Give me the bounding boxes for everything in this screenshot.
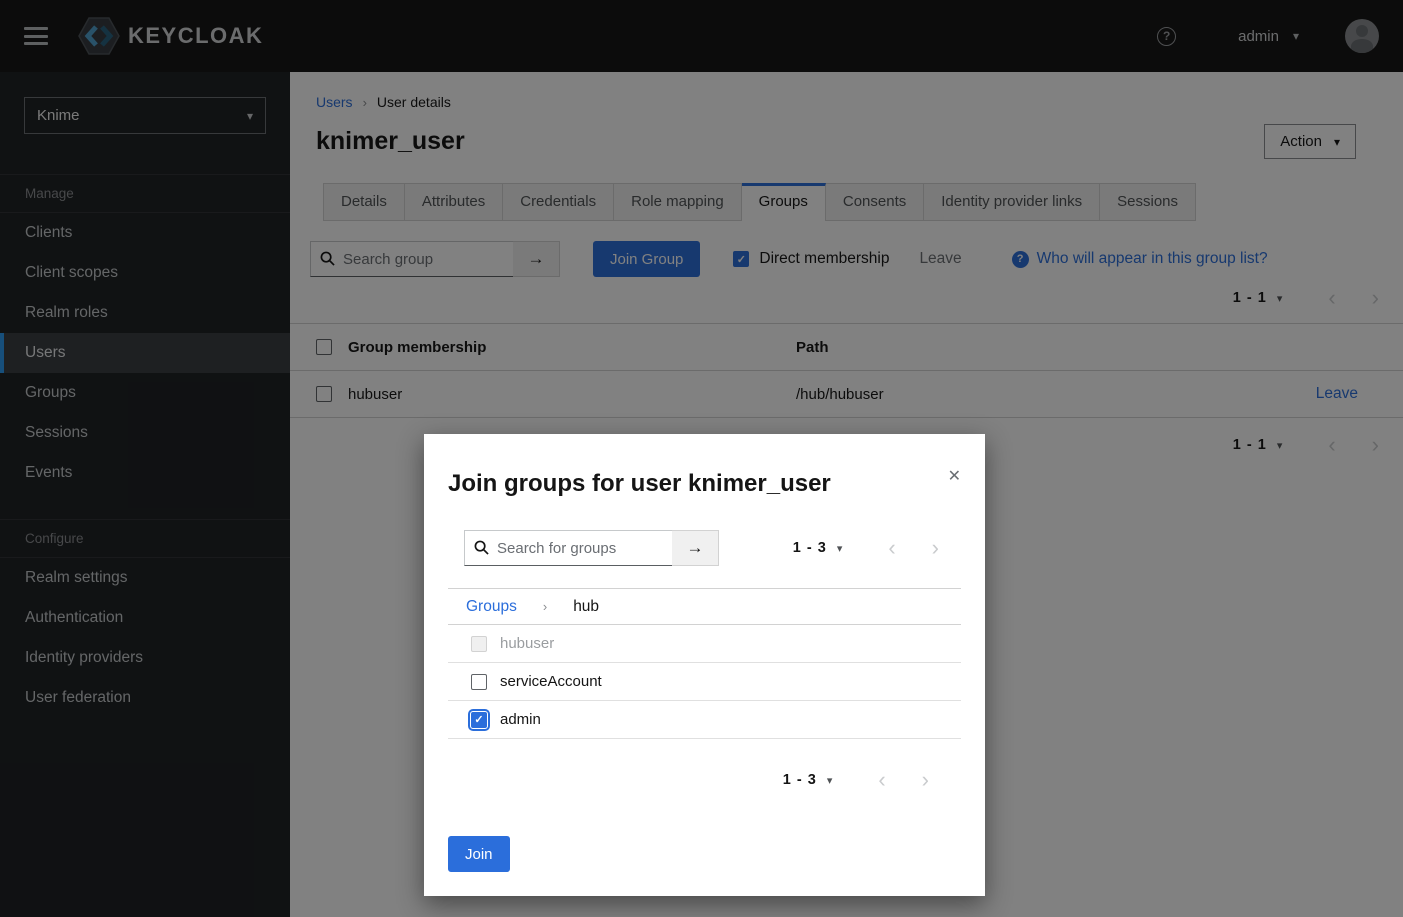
group-checkbox-disabled bbox=[471, 636, 487, 652]
arrow-right-icon: → bbox=[687, 538, 704, 558]
pagination-caret-icon[interactable]: ▾ bbox=[827, 774, 833, 787]
modal-pagination-top: 1 - 3 ▾ ‹ › bbox=[793, 537, 961, 559]
pagination-next-icon[interactable]: › bbox=[932, 537, 939, 559]
group-row-hubuser: hubuser bbox=[448, 625, 961, 663]
modal-pagination-bottom: 1 - 3 ▾ ‹ › bbox=[448, 769, 961, 791]
join-groups-modal: Join groups for user knimer_user ✕ → 1 -… bbox=[424, 434, 985, 896]
pagination-caret-icon[interactable]: ▾ bbox=[837, 542, 843, 555]
modal-search-toolbar: → 1 - 3 ▾ ‹ › bbox=[464, 530, 961, 566]
check-icon: ✓ bbox=[474, 713, 483, 726]
modal-breadcrumb-groups-link[interactable]: Groups bbox=[466, 598, 517, 616]
group-checkbox[interactable] bbox=[471, 674, 487, 690]
search-icon bbox=[474, 540, 489, 555]
join-button[interactable]: Join bbox=[448, 836, 510, 872]
pagination-range: 1 - 3 bbox=[783, 772, 817, 788]
modal-title: Join groups for user knimer_user bbox=[448, 470, 831, 498]
pagination-prev-icon[interactable]: ‹ bbox=[888, 537, 895, 559]
pagination-next-icon[interactable]: › bbox=[922, 769, 929, 791]
group-checkbox-checked[interactable]: ✓ bbox=[471, 712, 487, 728]
breadcrumb-sep-icon: › bbox=[543, 599, 547, 614]
group-name: serviceAccount bbox=[500, 673, 602, 690]
pagination-range: 1 - 3 bbox=[793, 540, 827, 556]
close-icon[interactable]: ✕ bbox=[948, 466, 961, 486]
modal-search-input[interactable] bbox=[465, 540, 672, 557]
modal-breadcrumb-current: hub bbox=[573, 598, 599, 616]
pagination-prev-icon[interactable]: ‹ bbox=[878, 769, 885, 791]
group-name: hubuser bbox=[500, 635, 554, 652]
group-name: admin bbox=[500, 711, 541, 728]
group-row-serviceaccount[interactable]: serviceAccount bbox=[448, 663, 961, 701]
group-row-admin[interactable]: ✓ admin bbox=[448, 701, 961, 739]
modal-search-submit-button[interactable]: → bbox=[672, 530, 719, 566]
modal-breadcrumb: Groups › hub bbox=[448, 588, 961, 625]
